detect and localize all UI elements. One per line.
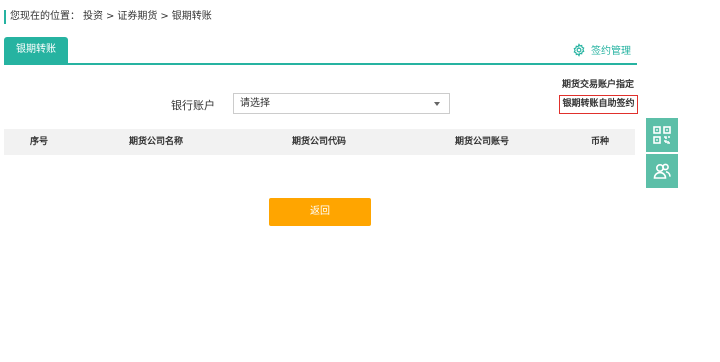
customer-service-icon	[653, 163, 671, 179]
breadcrumb-separator: >	[106, 11, 115, 22]
tab-bar: 银期转账 签约管理	[4, 37, 637, 65]
table-header: 序号 期货公司名称 期货公司代码 期货公司账号 币种	[4, 129, 635, 155]
breadcrumb-item-invest[interactable]: 投资	[83, 11, 103, 22]
column-header-company-account: 期货公司账号	[455, 137, 510, 147]
self-sign-link[interactable]: 银期转账自助签约	[559, 95, 638, 114]
back-button[interactable]: 返回	[269, 198, 371, 226]
breadcrumb-item-bank-futures-transfer: 银期转账	[171, 11, 212, 22]
column-header-index: 序号	[30, 137, 49, 147]
breadcrumb-separator: >	[160, 11, 169, 22]
bank-account-select[interactable]: 请选择	[233, 93, 450, 114]
breadcrumb: 您现在的位置： 投资 > 证券期货 > 银期转账	[4, 10, 215, 24]
gear-icon	[573, 42, 585, 57]
breadcrumb-prefix: 您现在的位置：	[10, 11, 80, 22]
tab-bank-futures-transfer[interactable]: 银期转账	[4, 37, 68, 63]
qr-code-button[interactable]	[646, 118, 678, 152]
column-header-currency: 币种	[591, 137, 610, 147]
sign-management-link[interactable]: 签约管理	[572, 42, 631, 57]
qr-code-icon	[653, 126, 671, 144]
column-header-company-code: 期货公司代码	[292, 137, 347, 147]
customer-service-button[interactable]	[646, 154, 678, 188]
bank-account-selected-value: 请选择	[240, 98, 270, 109]
floating-toolbar	[646, 118, 678, 190]
column-header-company-name: 期货公司名称	[129, 137, 184, 147]
chevron-down-icon	[434, 102, 440, 106]
designate-futures-account-link[interactable]: 期货交易账户指定	[562, 77, 634, 90]
sign-management-label: 签约管理	[591, 46, 631, 57]
bank-account-label: 银行账户	[171, 99, 215, 112]
breadcrumb-item-securities-futures[interactable]: 证券期货	[117, 11, 157, 22]
